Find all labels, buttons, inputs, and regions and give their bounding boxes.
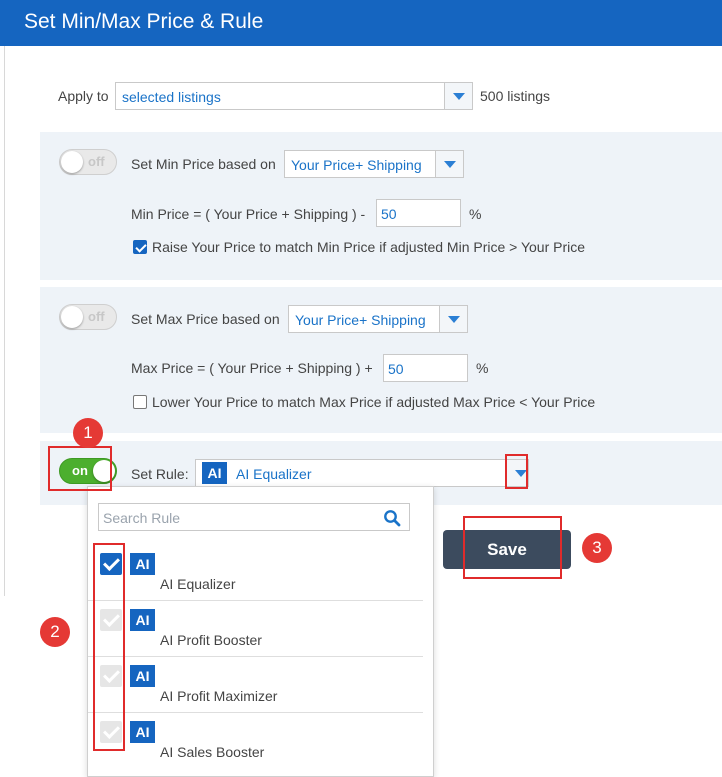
ai-badge: AI xyxy=(130,553,155,575)
annotation-marker-1: 1 xyxy=(73,418,103,448)
min-price-toggle[interactable]: off xyxy=(59,149,117,175)
ai-badge: AI xyxy=(130,665,155,687)
annotation-marker-3: 3 xyxy=(582,533,612,563)
toggle-knob xyxy=(61,306,83,328)
annotation-box-toggle xyxy=(48,446,112,491)
max-price-toggle[interactable]: off xyxy=(59,304,117,330)
set-rule-label: Set Rule: xyxy=(131,466,189,482)
raise-price-label: Raise Your Price to match Min Price if a… xyxy=(152,239,586,255)
ai-badge: AI xyxy=(130,609,155,631)
max-price-unit: % xyxy=(476,360,489,376)
lower-price-checkbox[interactable] xyxy=(133,395,147,409)
chevron-down-icon[interactable] xyxy=(435,151,463,177)
search-placeholder: Search Rule xyxy=(103,510,181,526)
min-price-percent-value: 50 xyxy=(381,206,397,222)
rule-option-name: AI Profit Maximizer xyxy=(160,688,278,704)
chevron-down-icon[interactable] xyxy=(439,306,467,332)
ai-badge: AI xyxy=(130,721,155,743)
title-bar: Set Min/Max Price & Rule xyxy=(0,0,722,46)
rule-select[interactable]: AI AI Equalizer xyxy=(195,459,529,487)
listing-count: 500 listings xyxy=(480,88,551,104)
min-price-basis-label: Set Min Price based on xyxy=(131,156,276,172)
max-price-toggle-text: off xyxy=(88,309,105,324)
min-price-basis-select[interactable]: Your Price+ Shipping xyxy=(284,150,464,178)
max-price-basis-label: Set Max Price based on xyxy=(131,311,280,327)
rule-option-ai-sales-booster[interactable]: AI AI Sales Booster xyxy=(88,713,423,769)
rule-option-ai-profit-maximizer[interactable]: AI AI Profit Maximizer xyxy=(88,657,423,713)
chevron-down-icon[interactable] xyxy=(444,83,472,109)
max-price-basis-select[interactable]: Your Price+ Shipping xyxy=(288,305,468,333)
rule-option-ai-equalizer[interactable]: AI AI Equalizer xyxy=(88,545,423,601)
rule-option-name: AI Profit Booster xyxy=(160,632,262,648)
left-divider xyxy=(4,46,5,596)
ai-badge: AI xyxy=(202,462,227,484)
rule-option-name: AI Sales Booster xyxy=(160,744,265,760)
max-price-percent-input[interactable]: 50 xyxy=(383,354,468,382)
page: Set Min/Max Price & Rule Apply to select… xyxy=(0,0,722,777)
min-price-percent-input[interactable]: 50 xyxy=(376,199,461,227)
rule-select-value: AI Equalizer xyxy=(236,466,312,482)
annotation-box-dropdown-caret xyxy=(505,454,528,489)
rule-dropdown: Search Rule AI AI Equalizer AI AI Profit… xyxy=(87,486,434,777)
min-price-basis-value: Your Price+ Shipping xyxy=(291,157,422,173)
rule-option-ai-profit-booster[interactable]: AI AI Profit Booster xyxy=(88,601,423,657)
max-price-basis-value: Your Price+ Shipping xyxy=(295,312,426,328)
annotation-box-checkboxes xyxy=(93,543,125,751)
annotation-box-save xyxy=(463,516,562,579)
min-price-unit: % xyxy=(469,206,482,222)
annotation-marker-2: 2 xyxy=(40,617,70,647)
raise-price-checkbox[interactable] xyxy=(133,240,147,254)
lower-price-label: Lower Your Price to match Max Price if a… xyxy=(152,394,596,410)
apply-to-value: selected listings xyxy=(122,89,221,105)
apply-to-label: Apply to xyxy=(58,88,109,104)
search-rule-input[interactable]: Search Rule xyxy=(98,503,410,531)
search-icon[interactable] xyxy=(383,509,401,527)
max-price-formula: Max Price = ( Your Price + Shipping ) + xyxy=(131,360,373,376)
min-price-toggle-text: off xyxy=(88,154,105,169)
max-price-percent-value: 50 xyxy=(388,361,404,377)
toggle-knob xyxy=(61,151,83,173)
min-price-formula: Min Price = ( Your Price + Shipping ) - xyxy=(131,206,366,222)
apply-to-select[interactable]: selected listings xyxy=(115,82,473,110)
page-title: Set Min/Max Price & Rule xyxy=(24,10,264,33)
rule-option-name: AI Equalizer xyxy=(160,576,236,592)
